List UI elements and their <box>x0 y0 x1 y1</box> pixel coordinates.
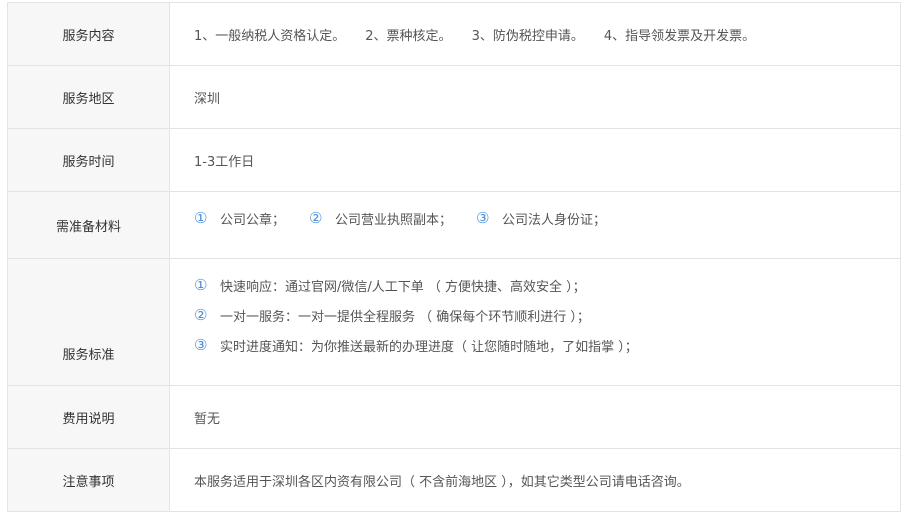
list-item: ③ 实时进度通知：为你推送最新的办理进度（ 让您随时随地，了如指掌 ）； <box>194 330 638 360</box>
list-item: ③ 公司法人身份证； <box>476 209 606 228</box>
standard-text: 一对一服务：一对一提供全程服务 （ 确保每个环节顺利进行 ）； <box>220 309 590 325</box>
row-value-materials: ① 公司公章； ② 公司营业执照副本； ③ 公司法人身份证； <box>170 192 901 258</box>
list-item: ① 快速响应：通过官网/微信/人工下单 （ 方便快捷、高效安全 ）； <box>194 270 638 300</box>
table-row: 需准备材料 ① 公司公章； ② 公司营业执照副本； ③ 公司法人身份证； <box>8 192 901 259</box>
table-row: 服务时间 1-3工作日 <box>8 129 901 192</box>
circled-number-icon: ② <box>309 209 323 227</box>
standard-list: ① 快速响应：通过官网/微信/人工下单 （ 方便快捷、高效安全 ）； ② 一对一… <box>194 259 638 360</box>
row-value-service-time: 1-3工作日 <box>170 129 901 191</box>
circled-number-icon: ① <box>194 276 208 294</box>
material-text: 公司营业执照副本； <box>335 212 453 228</box>
circled-number-icon: ② <box>194 306 208 324</box>
row-value-service-standard: ① 快速响应：通过官网/微信/人工下单 （ 方便快捷、高效安全 ）； ② 一对一… <box>170 259 901 385</box>
list-item: ① 公司公章； <box>194 209 285 228</box>
service-item: 4、指导领发票及开发票。 <box>603 28 756 44</box>
standard-text: 实时进度通知：为你推送最新的办理进度（ 让您随时随地，了如指掌 ）； <box>220 339 638 355</box>
row-label-service-area: 服务地区 <box>8 66 170 128</box>
row-label-notes: 注意事项 <box>8 449 170 511</box>
table-row: 服务地区 深圳 <box>8 66 901 129</box>
row-label-fee: 费用说明 <box>8 386 170 448</box>
row-value-notes: 本服务适用于深圳各区内资有限公司（ 不含前海地区 ），如其它类型公司请电话咨询。 <box>170 449 901 511</box>
standard-text: 快速响应：通过官网/微信/人工下单 （ 方便快捷、高效安全 ）； <box>220 279 586 295</box>
circled-number-icon: ③ <box>476 209 490 227</box>
circled-number-icon: ① <box>194 209 208 227</box>
material-text: 公司法人身份证； <box>502 212 607 228</box>
row-label-materials: 需准备材料 <box>8 192 170 258</box>
list-item: ② 公司营业执照副本； <box>309 209 452 228</box>
materials-line: ① 公司公章； ② 公司营业执照副本； ③ 公司法人身份证； <box>194 203 630 233</box>
row-value-service-area: 深圳 <box>170 66 901 128</box>
row-label-service-standard: 服务标准 <box>8 259 170 385</box>
service-info-table: 服务内容 1、一般纳税人资格认定。 2、票种核定。 3、防伪税控申请。 4、指导… <box>7 2 901 512</box>
row-value-fee: 暂无 <box>170 386 901 448</box>
table-row: 服务标准 ① 快速响应：通过官网/微信/人工下单 （ 方便快捷、高效安全 ）； … <box>8 259 901 386</box>
table-row: 注意事项 本服务适用于深圳各区内资有限公司（ 不含前海地区 ），如其它类型公司请… <box>8 449 901 512</box>
row-label-service-content: 服务内容 <box>8 3 170 65</box>
row-label-service-time: 服务时间 <box>8 129 170 191</box>
material-text: 公司公章； <box>220 212 286 228</box>
table-row: 费用说明 暂无 <box>8 386 901 449</box>
service-item: 1、一般纳税人资格认定。 <box>194 28 346 44</box>
list-item: ② 一对一服务：一对一提供全程服务 （ 确保每个环节顺利进行 ）； <box>194 300 638 330</box>
service-item: 2、票种核定。 <box>365 28 452 44</box>
row-value-service-content: 1、一般纳税人资格认定。 2、票种核定。 3、防伪税控申请。 4、指导领发票及开… <box>170 3 901 65</box>
service-item: 3、防伪税控申请。 <box>471 28 584 44</box>
table-row: 服务内容 1、一般纳税人资格认定。 2、票种核定。 3、防伪税控申请。 4、指导… <box>8 3 901 66</box>
circled-number-icon: ③ <box>194 336 208 354</box>
